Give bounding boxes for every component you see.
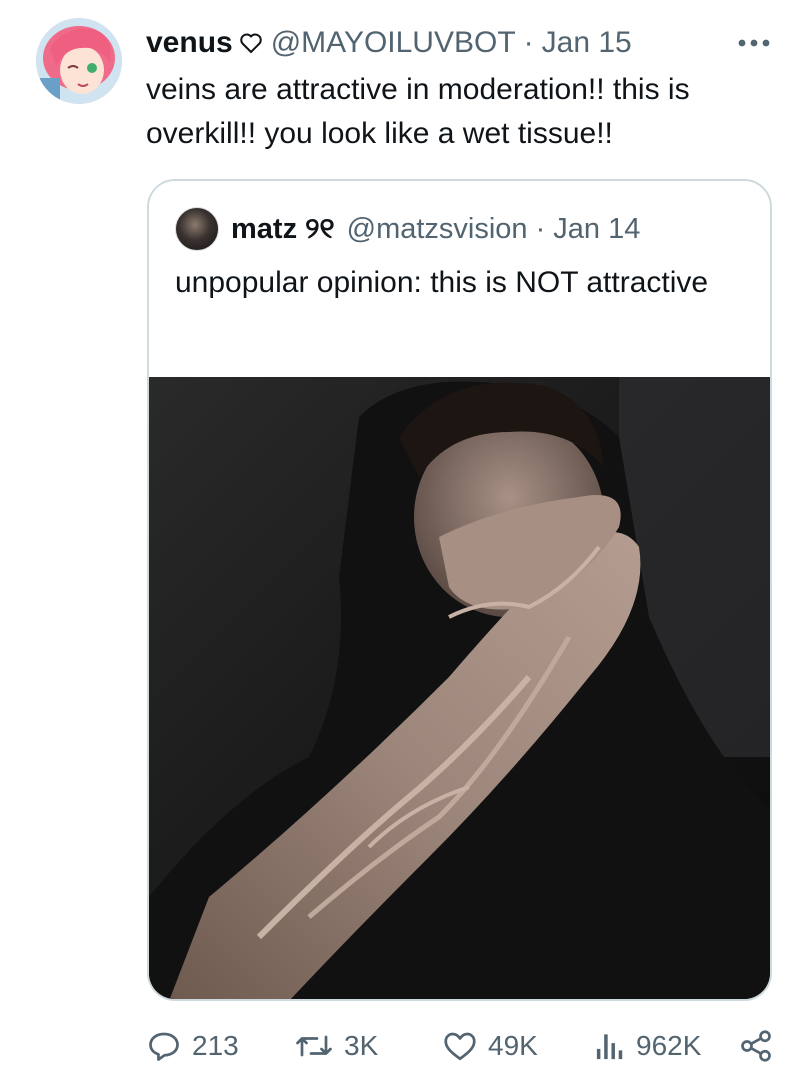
quoted-handle: @matzsvision bbox=[346, 212, 528, 245]
reply-count: 213 bbox=[192, 1030, 239, 1061]
like-count: 49K bbox=[488, 1030, 538, 1061]
reply-button[interactable]: 213 bbox=[146, 1020, 239, 1072]
quoted-separator: · bbox=[535, 212, 546, 245]
like-icon bbox=[444, 1032, 476, 1061]
quoted-tweet-text: unpopular opinion: this is NOT attractiv… bbox=[175, 266, 709, 299]
tweet-text: veins are attractive in moderation!! thi… bbox=[146, 73, 690, 150]
quoted-avatar bbox=[175, 207, 219, 251]
retweet-count: 3K bbox=[344, 1030, 379, 1061]
quoted-photo[interactable] bbox=[149, 377, 770, 1001]
heart-outline-icon bbox=[239, 33, 262, 53]
handle[interactable]: @MAYOILUVBOT bbox=[271, 26, 516, 60]
reply-icon bbox=[149, 1032, 179, 1061]
name-decoration: ୨୧ bbox=[305, 212, 335, 245]
action-bar: 213 3K 49K 962K bbox=[146, 1020, 786, 1072]
timestamp[interactable]: Jan 15 bbox=[542, 26, 632, 60]
tweet-header: venus @MAYOILUVBOT · Jan 15 bbox=[146, 24, 780, 62]
avatar[interactable] bbox=[36, 18, 122, 104]
like-button[interactable]: 49K bbox=[442, 1020, 538, 1072]
display-name[interactable]: venus bbox=[146, 26, 233, 60]
quoted-tweet-card[interactable]: matz ୨୧ @matzsvision · Jan 14 unpopular … bbox=[147, 179, 772, 1001]
share-icon bbox=[741, 1030, 771, 1062]
retweet-button[interactable]: 3K bbox=[294, 1020, 378, 1072]
separator: · bbox=[523, 26, 534, 59]
retweet-icon bbox=[296, 1035, 332, 1057]
anime-avatar-illustration bbox=[36, 18, 122, 104]
more-icon[interactable] bbox=[734, 24, 774, 62]
views-button[interactable]: 962K bbox=[594, 1020, 701, 1072]
share-button[interactable] bbox=[738, 1020, 784, 1072]
quoted-display-name: matz bbox=[231, 212, 298, 245]
quoted-tweet-header: matz ୨୧ @matzsvision · Jan 14 bbox=[175, 207, 640, 251]
views-icon bbox=[596, 1034, 623, 1060]
quoted-timestamp: Jan 14 bbox=[553, 212, 641, 245]
view-count: 962K bbox=[636, 1030, 702, 1061]
